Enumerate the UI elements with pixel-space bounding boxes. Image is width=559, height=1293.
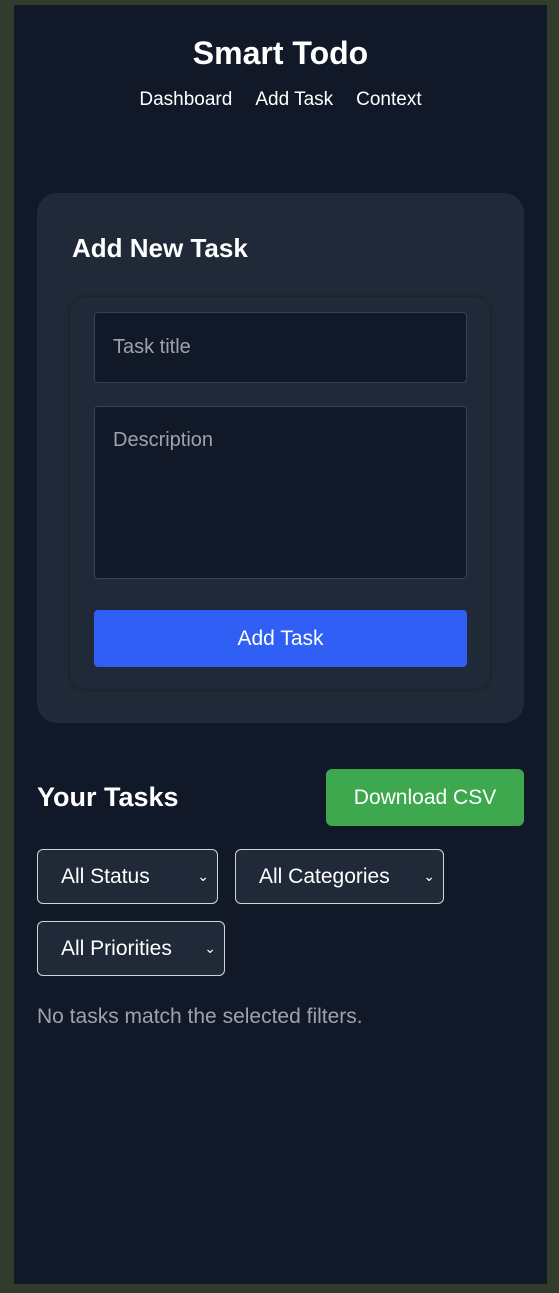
add-task-button[interactable]: Add Task bbox=[94, 610, 467, 667]
top-nav: Dashboard Add Task Context bbox=[14, 89, 547, 111]
priority-filter-select[interactable]: All Priorities ⌄ bbox=[37, 921, 225, 976]
category-filter-select[interactable]: All Categories ⌄ bbox=[235, 849, 444, 904]
download-csv-button[interactable]: Download CSV bbox=[326, 769, 524, 826]
app-title: Smart Todo bbox=[192, 35, 369, 71]
chevron-down-icon: ⌄ bbox=[423, 868, 435, 884]
chevron-down-icon: ⌄ bbox=[197, 868, 209, 884]
task-title-input[interactable] bbox=[94, 312, 467, 383]
category-filter-value: All Categories bbox=[259, 865, 390, 888]
nav-add-task[interactable]: Add Task bbox=[255, 89, 333, 111]
add-task-heading: Add New Task bbox=[72, 233, 248, 263]
empty-state-message: No tasks match the selected filters. bbox=[37, 1005, 363, 1028]
your-tasks-heading: Your Tasks bbox=[37, 782, 179, 812]
priority-filter-value: All Priorities bbox=[61, 937, 172, 960]
chevron-down-icon: ⌄ bbox=[204, 940, 216, 956]
nav-dashboard[interactable]: Dashboard bbox=[139, 89, 232, 111]
status-filter-value: All Status bbox=[61, 865, 150, 888]
nav-context[interactable]: Context bbox=[356, 89, 421, 111]
add-task-form: Add Task bbox=[70, 297, 490, 689]
status-filter-select[interactable]: All Status ⌄ bbox=[37, 849, 218, 904]
task-description-input[interactable] bbox=[94, 406, 467, 579]
app-container: Smart Todo Dashboard Add Task Context Ad… bbox=[14, 5, 547, 1284]
add-task-card: Add New Task Add Task bbox=[37, 193, 524, 723]
